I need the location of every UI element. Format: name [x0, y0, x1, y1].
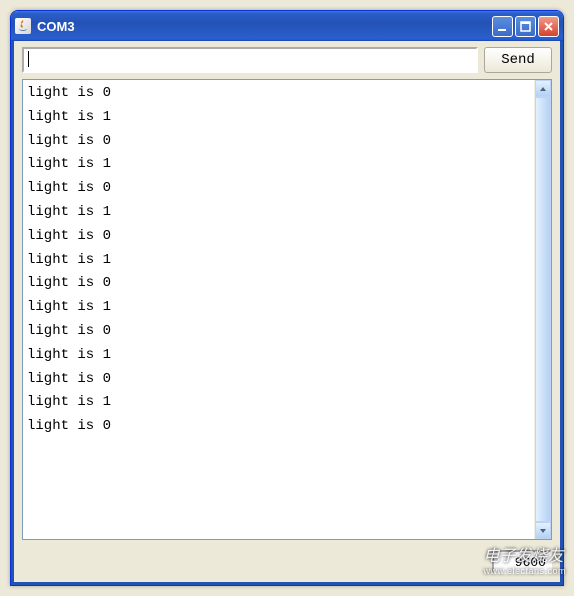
console-output[interactable]: light is 0 light is 1 light is 0 light i… [23, 80, 534, 539]
command-input[interactable] [22, 47, 478, 73]
scroll-track[interactable] [535, 97, 551, 522]
scroll-down-button[interactable] [535, 522, 551, 539]
text-caret [28, 51, 29, 67]
title-bar[interactable]: COM3 [11, 11, 563, 41]
maximize-button[interactable] [515, 16, 536, 37]
window-controls [492, 16, 559, 37]
status-bar [14, 546, 560, 582]
console-panel: light is 0 light is 1 light is 0 light i… [22, 79, 552, 540]
application-window: COM3 Send light is 0 light is 1 light is… [10, 10, 564, 586]
minimize-button[interactable] [492, 16, 513, 37]
baud-rate-field[interactable] [492, 550, 552, 574]
scroll-thumb[interactable] [535, 97, 551, 522]
send-button[interactable]: Send [484, 47, 552, 73]
scroll-up-button[interactable] [535, 80, 551, 97]
input-toolbar: Send [14, 41, 560, 79]
close-button[interactable] [538, 16, 559, 37]
java-icon [15, 18, 31, 34]
window-body: Send light is 0 light is 1 light is 0 li… [11, 41, 563, 585]
vertical-scrollbar[interactable] [534, 80, 551, 539]
window-title: COM3 [37, 19, 492, 34]
